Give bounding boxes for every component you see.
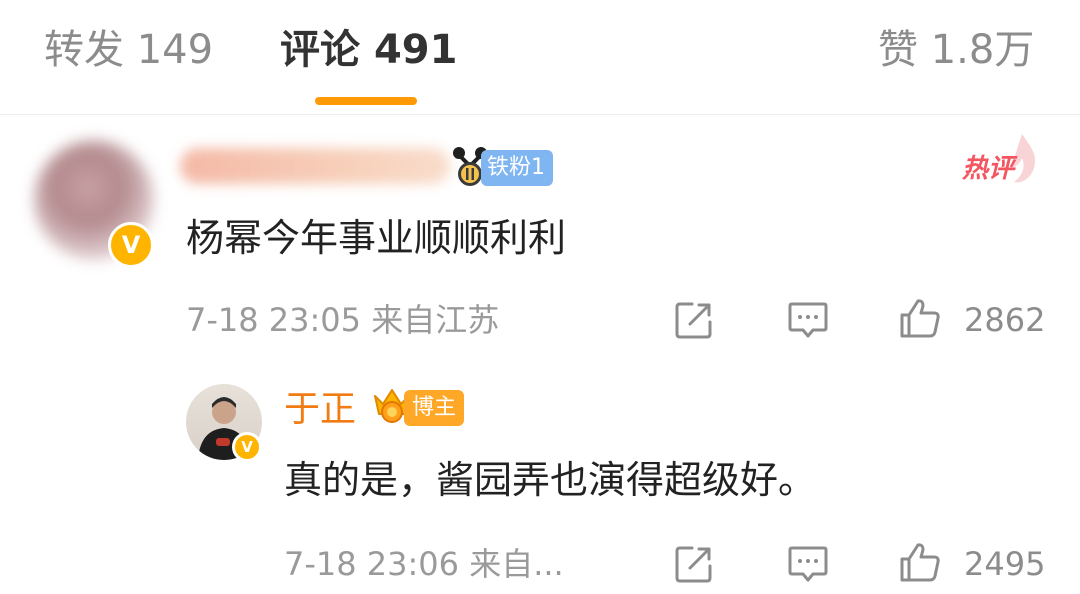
tab-likes-label: 赞 bbox=[878, 27, 918, 73]
reply-meta: 7-18 23:06 来自... bbox=[284, 546, 564, 582]
tab-divider bbox=[0, 114, 1080, 115]
comment-location: 来自江苏 bbox=[371, 301, 500, 339]
tab-likes-count: 1.8万 bbox=[930, 27, 1035, 73]
commenter-name-blurred[interactable] bbox=[180, 148, 450, 184]
tab-comments-count: 491 bbox=[373, 27, 458, 73]
reply-time: 7-18 23:06 bbox=[284, 545, 460, 583]
active-tab-indicator bbox=[315, 97, 417, 105]
tab-reposts[interactable]: 转发 149 bbox=[44, 30, 213, 70]
hot-comment-label: 热评 bbox=[962, 154, 1015, 184]
tab-reposts-count: 149 bbox=[136, 27, 214, 73]
reply-author-name[interactable]: 于正 bbox=[284, 390, 356, 430]
reply-share-icon[interactable] bbox=[672, 542, 716, 586]
comment-icon[interactable] bbox=[786, 298, 830, 342]
blogger-badge: 博主 bbox=[404, 390, 465, 426]
tab-reposts-label: 转发 bbox=[44, 27, 124, 73]
comment-time: 7-18 23:05 bbox=[186, 301, 362, 339]
tab-comments[interactable]: 评论 491 bbox=[280, 30, 457, 70]
reply-text: 真的是，酱园弄也演得超级好。 bbox=[284, 458, 817, 502]
reply-like-icon[interactable] bbox=[898, 540, 942, 584]
reply-location: 来自... bbox=[469, 545, 564, 583]
reply-comment-icon[interactable] bbox=[786, 542, 830, 586]
reply-like-count: 2495 bbox=[964, 545, 1046, 583]
tab-likes[interactable]: 赞 1.8万 bbox=[878, 30, 1034, 70]
share-icon[interactable] bbox=[672, 298, 716, 342]
fan-level-badge: 铁粉1 bbox=[481, 150, 553, 186]
like-icon[interactable] bbox=[898, 296, 942, 340]
verified-v-icon: V bbox=[108, 222, 154, 268]
tab-comments-label: 评论 bbox=[280, 27, 360, 73]
comment-text: 杨幂今年事业顺顺利利 bbox=[186, 216, 567, 260]
reply-verified-v-icon: V bbox=[232, 432, 262, 462]
comment-meta: 7-18 23:05 来自江苏 bbox=[186, 302, 499, 338]
comment-like-count: 2862 bbox=[964, 301, 1046, 339]
